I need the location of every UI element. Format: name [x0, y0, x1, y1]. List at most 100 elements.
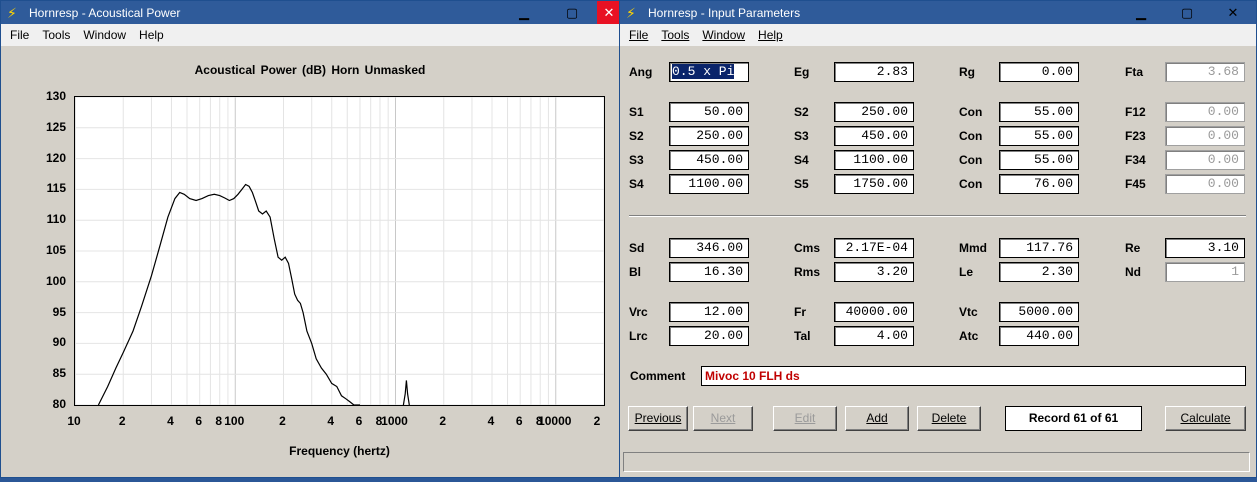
menu-bar: File Tools Window Help: [620, 24, 1256, 46]
calculate-button[interactable]: Calculate: [1165, 406, 1246, 431]
param-field-sd[interactable]: 346.00: [669, 238, 749, 258]
param-field-mmd[interactable]: 117.76: [999, 238, 1079, 258]
menu-help[interactable]: Help: [758, 28, 783, 42]
param-label-ang: Ang: [629, 65, 653, 79]
param-label-le: Le: [959, 265, 974, 279]
minimize-icon[interactable]: ▁: [501, 1, 547, 24]
param-field-bl[interactable]: 16.30: [669, 262, 749, 282]
param-label-rms: Rms: [794, 265, 821, 279]
param-field-vtc[interactable]: 5000.00: [999, 302, 1079, 322]
param-field-f45[interactable]: 0.00: [1165, 174, 1245, 194]
lightning-bolt-icon: ⚡: [7, 4, 17, 21]
y-tick-label: 90: [52, 335, 66, 350]
param-field-s1[interactable]: 50.00: [669, 102, 749, 122]
param-field-tal[interactable]: 4.00: [834, 326, 914, 346]
y-tick-label: 115: [46, 181, 66, 196]
series-line-1: [402, 380, 410, 406]
param-field-con[interactable]: 55.00: [999, 150, 1079, 170]
input-parameters-titlebar[interactable]: ⚡ Hornresp - Input Parameters ▁ ▢ ✕: [620, 1, 1256, 24]
menu-window[interactable]: Window: [702, 28, 745, 42]
param-label-s5: S5: [794, 177, 809, 191]
param-field-s4[interactable]: 1100.00: [834, 150, 914, 170]
param-field-f34[interactable]: 0.00: [1165, 150, 1245, 170]
edit-button[interactable]: Edit: [773, 406, 837, 431]
param-field-vrc[interactable]: 12.00: [669, 302, 749, 322]
x-tick-label: 2: [279, 414, 286, 428]
menu-tools[interactable]: Tools: [42, 28, 70, 42]
param-label-con: Con: [959, 129, 983, 143]
param-field-f12[interactable]: 0.00: [1165, 102, 1245, 122]
param-label-rg: Rg: [959, 65, 975, 79]
param-field-con[interactable]: 55.00: [999, 126, 1079, 146]
param-label-bl: Bl: [629, 265, 641, 279]
close-icon[interactable]: ✕: [597, 1, 621, 24]
param-label-vtc: Vtc: [959, 305, 978, 319]
previous-button[interactable]: Previous: [628, 406, 688, 431]
series-line-0: [97, 183, 360, 406]
close-icon[interactable]: ✕: [1210, 1, 1256, 24]
chart-title: Acoustical Power (dB) Horn Unmasked: [194, 63, 426, 77]
param-label-fta: Fta: [1125, 65, 1143, 79]
param-field-rg[interactable]: 0.00: [999, 62, 1079, 82]
param-field-le[interactable]: 2.30: [999, 262, 1079, 282]
window-title: Hornresp - Input Parameters: [648, 5, 801, 20]
param-field-con[interactable]: 55.00: [999, 102, 1079, 122]
y-tick-label: 120: [45, 150, 66, 165]
param-field-s4[interactable]: 1100.00: [669, 174, 749, 194]
param-field-s3[interactable]: 450.00: [669, 150, 749, 170]
param-field-ang[interactable]: 0.5 x Pi: [669, 62, 749, 82]
next-button[interactable]: Next: [693, 406, 753, 431]
menu-help[interactable]: Help: [139, 28, 164, 42]
param-label-fr: Fr: [794, 305, 806, 319]
param-field-lrc[interactable]: 20.00: [669, 326, 749, 346]
param-label-s2: S2: [629, 129, 644, 143]
status-bar: [623, 452, 1250, 472]
x-tick-label: 2: [118, 414, 126, 428]
menu-file[interactable]: File: [10, 28, 29, 42]
param-field-cms[interactable]: 2.17E-04: [834, 238, 914, 258]
param-field-s2[interactable]: 250.00: [669, 126, 749, 146]
param-field-s3[interactable]: 450.00: [834, 126, 914, 146]
delete-button[interactable]: Delete: [917, 406, 981, 431]
param-label-s4: S4: [629, 177, 644, 191]
minimize-icon[interactable]: ▁: [1118, 1, 1164, 24]
maximize-icon[interactable]: ▢: [1164, 1, 1210, 24]
x-axis-label: Frequency (hertz): [289, 444, 390, 458]
menu-tools[interactable]: Tools: [661, 28, 689, 42]
param-field-s2[interactable]: 250.00: [834, 102, 914, 122]
param-field-fta[interactable]: 3.68: [1165, 62, 1245, 82]
lightning-bolt-icon: ⚡: [626, 4, 636, 21]
comment-field[interactable]: Mivoc 10 FLH ds: [701, 366, 1246, 386]
plot-svg: [74, 96, 605, 406]
param-label-f23: F23: [1125, 129, 1146, 143]
separator: [629, 215, 1246, 217]
menu-file[interactable]: File: [629, 28, 648, 42]
param-field-re[interactable]: 3.10: [1165, 238, 1245, 258]
param-field-atc[interactable]: 440.00: [999, 326, 1079, 346]
param-field-rms[interactable]: 3.20: [834, 262, 914, 282]
acoustical-power-titlebar[interactable]: ⚡ Hornresp - Acoustical Power ▁ ▢ ✕: [1, 1, 621, 24]
param-field-fr[interactable]: 40000.00: [834, 302, 914, 322]
maximize-icon[interactable]: ▢: [549, 1, 595, 24]
param-label-lrc: Lrc: [629, 329, 648, 343]
window-title: Hornresp - Acoustical Power: [29, 5, 181, 20]
param-label-nd: Nd: [1125, 265, 1141, 279]
param-field-nd[interactable]: 1: [1165, 262, 1245, 282]
param-field-eg[interactable]: 2.83: [834, 62, 914, 82]
param-label-s2: S2: [794, 105, 809, 119]
param-label-vrc: Vrc: [629, 305, 648, 319]
param-label-atc: Atc: [959, 329, 979, 343]
x-tick-label: 2: [593, 414, 601, 428]
y-tick-label: 125: [45, 119, 66, 134]
param-field-s5[interactable]: 1750.00: [834, 174, 914, 194]
param-label-s3: S3: [794, 129, 809, 143]
add-button[interactable]: Add: [845, 406, 909, 431]
x-tick-label: 10: [67, 414, 81, 428]
param-label-s3: S3: [629, 153, 644, 167]
menu-window[interactable]: Window: [83, 28, 126, 42]
y-tick-label: 100: [45, 273, 66, 288]
param-field-con[interactable]: 76.00: [999, 174, 1079, 194]
param-field-f23[interactable]: 0.00: [1165, 126, 1245, 146]
record-indicator: Record 61 of 61: [1005, 406, 1142, 431]
param-label-eg: Eg: [794, 65, 810, 79]
